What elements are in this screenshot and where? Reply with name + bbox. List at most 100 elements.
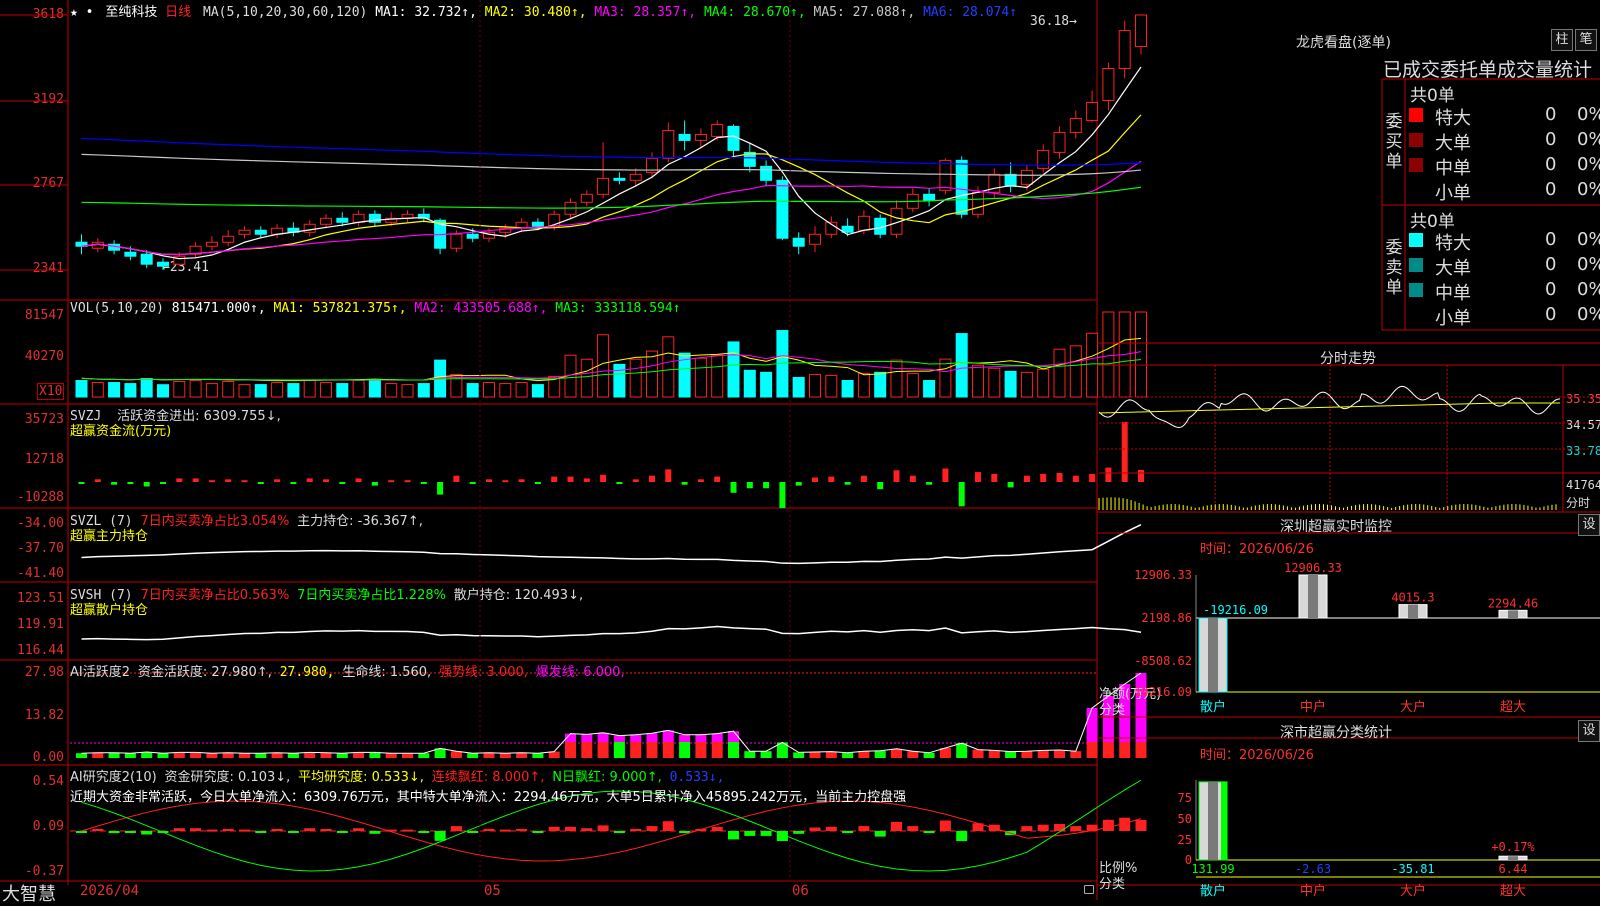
research-bar xyxy=(662,821,674,831)
activity-bar-top xyxy=(597,732,609,742)
research-bar xyxy=(679,831,691,834)
candle-body xyxy=(1004,173,1017,187)
flow-bar xyxy=(420,482,427,484)
intraday-title[interactable]: 分时走势 xyxy=(1320,348,1376,368)
volume-bar xyxy=(531,384,544,398)
lock-icon[interactable] xyxy=(1084,885,1094,894)
ai2-d3: 连续飘红: 8.000↑, xyxy=(431,770,545,785)
flow-bar xyxy=(697,479,704,482)
flow-bar xyxy=(534,482,541,484)
volume-bar xyxy=(499,383,512,398)
volume-bar xyxy=(75,380,88,398)
activity-bar xyxy=(1021,751,1033,758)
order-type: 特大 xyxy=(1435,108,1471,129)
volume-bar xyxy=(108,382,121,398)
volume-bar xyxy=(157,384,169,398)
candle-body xyxy=(923,193,936,201)
order-count: 0 xyxy=(1545,129,1557,150)
flow-bar xyxy=(290,482,297,484)
flow-bar xyxy=(681,482,688,485)
order-row: 大单 0 0% xyxy=(1405,129,1600,154)
candle-body xyxy=(222,235,235,243)
ai2-d1: 资金研究度: 0.103↓, xyxy=(164,770,291,785)
flow-bar xyxy=(486,479,492,482)
flow-bar xyxy=(306,478,313,482)
intraday-vol-label: 分时 xyxy=(1566,496,1591,510)
activity-bar-top xyxy=(1086,708,1098,742)
activity-bar xyxy=(760,751,772,758)
volume-bar xyxy=(841,380,854,398)
activity-bar-top xyxy=(711,733,723,742)
volume-bar xyxy=(1053,348,1066,398)
vol-ma2: MA2: 433505.688↑, xyxy=(414,301,548,316)
order-count: 0 xyxy=(1545,179,1557,200)
flow-bar xyxy=(600,474,607,482)
flow-bar xyxy=(323,479,329,482)
activity-bar xyxy=(239,753,250,758)
research-bar xyxy=(956,831,968,841)
flow-bar xyxy=(502,480,509,483)
lhb-title: 龙虎看盘(逐单) xyxy=(1296,35,1391,51)
volume-bar xyxy=(760,371,773,398)
stock-terminal: ★ • 至纯科技 日线 MA(5,10,20,30,60,120) MA1: 3… xyxy=(0,0,1600,905)
candle-body xyxy=(1053,131,1066,153)
activity-bar xyxy=(483,752,495,758)
flow-bar xyxy=(192,478,199,482)
volume-bar xyxy=(140,377,153,398)
activity-bar xyxy=(728,742,739,758)
volume-bar xyxy=(368,380,381,398)
activity-bar-top xyxy=(613,735,625,742)
candle-body xyxy=(662,129,675,159)
flow-bar xyxy=(795,482,802,486)
volume-bar xyxy=(792,376,805,398)
ai1-title-bar: AI活跃度2 资金活跃度: 27.980↑, 27.980, 生命线: 1.56… xyxy=(70,661,625,680)
volume-bar xyxy=(743,369,756,398)
bar-view-button[interactable]: 柱 xyxy=(1551,29,1573,51)
candle-body xyxy=(711,123,724,137)
volume-bar xyxy=(955,333,968,398)
research-bar xyxy=(1135,819,1147,831)
order-type: 大单 xyxy=(1435,258,1471,279)
activity-bar xyxy=(842,752,854,758)
flow-bar xyxy=(78,482,85,484)
activity-bar xyxy=(793,752,805,758)
activity-bars xyxy=(70,672,1147,758)
research-bar xyxy=(271,828,283,831)
candle-body xyxy=(809,233,821,245)
activity-bar xyxy=(255,753,267,758)
volume-bar xyxy=(124,383,137,398)
panel-frames xyxy=(0,0,1098,900)
order-percent: 0% xyxy=(1577,129,1600,150)
activity-bar xyxy=(173,752,185,758)
research-bar xyxy=(728,831,739,840)
research-bar xyxy=(450,826,462,831)
brand-logo[interactable]: 大智慧 xyxy=(2,880,56,906)
volume-bar xyxy=(483,382,495,398)
research-bar xyxy=(516,828,528,831)
flow-bar xyxy=(942,468,949,482)
tick-view-button[interactable]: 笔 xyxy=(1575,29,1597,51)
intraday-y-label: 34.57 xyxy=(1566,418,1600,432)
activity-bar xyxy=(548,751,560,758)
activity-bar xyxy=(467,753,479,758)
activity-bar xyxy=(76,753,87,758)
volume-bar xyxy=(613,363,626,398)
activity-bar xyxy=(1086,742,1098,758)
activity-bar xyxy=(1037,750,1049,758)
volume-bar xyxy=(988,367,1001,398)
activity-bar xyxy=(972,749,984,758)
class-settings-button[interactable]: 设 xyxy=(1578,720,1600,742)
volume-bar xyxy=(874,371,887,398)
order-row: 小单 0 0% xyxy=(1405,304,1600,329)
kline-chart[interactable] xyxy=(0,0,1600,900)
svsh-sub: 超赢散户持仓 xyxy=(70,603,149,618)
ai2-y-label: -0.37 xyxy=(24,864,64,879)
activity-bar xyxy=(891,748,902,758)
activity-bar xyxy=(581,742,593,758)
order-color-swatch xyxy=(1409,133,1423,147)
candle-body xyxy=(939,159,952,191)
research-bar xyxy=(353,828,365,831)
activity-bar-top xyxy=(679,734,691,742)
sz-settings-button[interactable]: 设 xyxy=(1578,514,1600,536)
research-bar xyxy=(613,831,625,833)
